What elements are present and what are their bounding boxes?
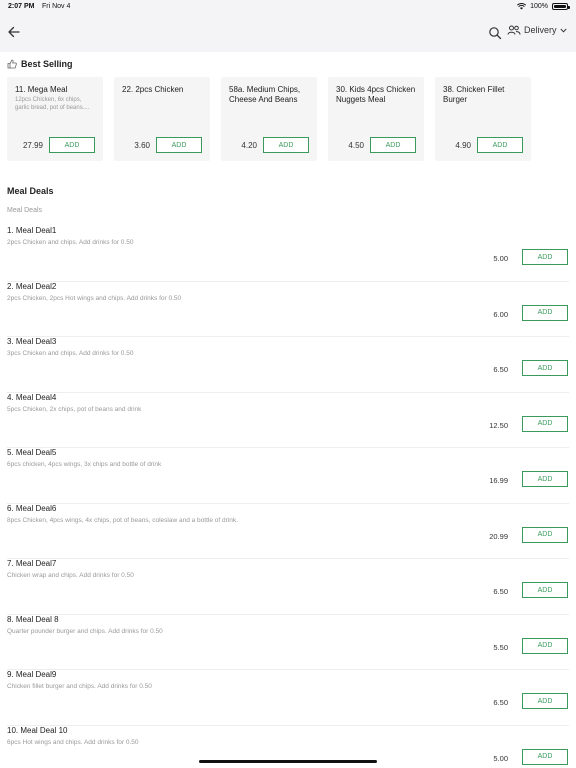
battery-percent: 100% xyxy=(530,3,548,10)
thumbs-up-icon xyxy=(7,59,17,69)
people-icon xyxy=(507,25,521,35)
menu-item-price: 5.00 xyxy=(493,753,508,763)
menu-item-price: 5.50 xyxy=(493,642,508,652)
status-indicators: 100% xyxy=(517,3,570,10)
best-selling-card[interactable]: 30. Kids 4pcs Chicken Nuggets Meal 4.50 … xyxy=(328,77,424,161)
product-price: 3.60 xyxy=(134,141,150,150)
best-selling-header: Best Selling xyxy=(7,59,73,69)
add-button[interactable]: ADD xyxy=(156,137,202,153)
menu-item[interactable]: 4. Meal Deal4 5pcs Chicken, 2x chips, po… xyxy=(0,393,576,449)
status-date: Fri Nov 4 xyxy=(42,3,71,10)
product-name: 22. 2pcs Chicken xyxy=(122,85,184,94)
add-button[interactable]: ADD xyxy=(522,693,568,709)
best-selling-card[interactable]: 58a. Medium Chips, Cheese And Beans 4.20… xyxy=(221,77,317,161)
add-button[interactable]: ADD xyxy=(263,137,309,153)
add-button[interactable]: ADD xyxy=(522,415,568,432)
product-name: 58a. Medium Chips, Cheese And Beans xyxy=(229,85,301,104)
search-icon[interactable] xyxy=(488,26,502,40)
menu-item-name: 7. Meal Deal7 xyxy=(7,559,57,568)
delivery-mode-label: Delivery xyxy=(524,25,557,35)
product-price: 4.50 xyxy=(348,141,364,150)
add-button[interactable]: ADD xyxy=(522,637,568,654)
meal-deals-subtitle: Meal Deals xyxy=(7,207,43,214)
product-name: 30. Kids 4pcs Chicken Nuggets Meal xyxy=(336,85,416,104)
product-price: 4.20 xyxy=(241,141,257,150)
menu-item[interactable]: 2. Meal Deal2 2pcs Chicken, 2pcs Hot win… xyxy=(0,282,576,338)
menu-content: Best Selling 11. Mega Meal 12pcs Chicken… xyxy=(0,52,576,768)
add-button[interactable]: ADD xyxy=(49,137,95,153)
status-time: 2:07 PM xyxy=(8,3,35,10)
delivery-mode-select[interactable]: Delivery xyxy=(507,25,567,35)
menu-item[interactable]: 6. Meal Deal6 8pcs Chicken, 4pcs wings, … xyxy=(0,504,576,560)
meal-deals-title: Meal Deals xyxy=(7,186,54,196)
product-name: 11. Mega Meal xyxy=(15,85,68,94)
menu-item[interactable]: 5. Meal Deal5 6pcs chicken, 4pcs wings, … xyxy=(0,448,576,504)
menu-item-price: 6.50 xyxy=(493,587,508,596)
add-button[interactable]: ADD xyxy=(370,137,416,153)
chevron-down-icon xyxy=(559,28,567,33)
menu-item-description: Quarter pounder burger and chips. Add dr… xyxy=(7,627,163,635)
menu-item[interactable]: 7. Meal Deal7 Chicken wrap and chips. Ad… xyxy=(0,559,576,615)
battery-icon xyxy=(552,3,570,10)
menu-item-name: 8. Meal Deal 8 xyxy=(7,614,59,624)
menu-item[interactable]: 9. Meal Deal9 Chicken fillet burger and … xyxy=(0,670,576,726)
add-button[interactable]: ADD xyxy=(522,249,568,265)
menu-item-price: 6.00 xyxy=(493,309,508,319)
product-description: 12pcs Chicken, 6x chips, garlic bread, p… xyxy=(15,97,90,111)
menu-item-name: 2. Meal Deal2 xyxy=(7,281,57,291)
battery-fill xyxy=(554,5,566,8)
menu-item-name: 3. Meal Deal3 xyxy=(7,337,57,346)
product-name: 38. Chicken Fillet Burger xyxy=(443,85,505,104)
menu-item-description: 2pcs Chicken, 2pcs Hot wings and chips. … xyxy=(7,294,182,302)
menu-item[interactable]: 8. Meal Deal 8 Quarter pounder burger an… xyxy=(0,615,576,671)
menu-item-price: 6.50 xyxy=(493,698,508,707)
add-button[interactable]: ADD xyxy=(522,582,568,598)
back-arrow-icon[interactable] xyxy=(6,24,22,40)
wifi-icon xyxy=(517,3,527,10)
add-button[interactable]: ADD xyxy=(522,748,568,765)
menu-item-description: 2pcs Chicken and chips. Add drinks for 0… xyxy=(7,239,134,246)
menu-item-description: 5pcs Chicken, 2x chips, pot of beans and… xyxy=(7,405,142,413)
add-button[interactable]: ADD xyxy=(522,526,568,543)
menu-item-name: 10. Meal Deal 10 xyxy=(7,725,68,735)
menu-item-description: Chicken fillet burger and chips. Add dri… xyxy=(7,683,152,690)
add-button[interactable]: ADD xyxy=(522,360,568,376)
menu-item-name: 4. Meal Deal4 xyxy=(7,392,57,402)
product-price: 4.90 xyxy=(455,141,471,150)
menu-item-price: 16.99 xyxy=(489,476,508,485)
best-selling-title: Best Selling xyxy=(21,59,73,69)
menu-item-description: Chicken wrap and chips. Add drinks for 0… xyxy=(7,572,134,579)
menu-item-description: 6pcs Hot wings and chips. Add drinks for… xyxy=(7,738,139,746)
menu-item-description: 8pcs Chicken, 4pcs wings, 4x chips, pot … xyxy=(7,516,238,524)
menu-item-price: 5.00 xyxy=(493,254,508,263)
menu-item[interactable]: 3. Meal Deal3 3pcs Chicken and chips. Ad… xyxy=(0,337,576,393)
menu-item-name: 1. Meal Deal1 xyxy=(7,226,57,235)
add-button[interactable]: ADD xyxy=(522,471,568,487)
menu-item-price: 6.50 xyxy=(493,365,508,374)
home-indicator[interactable] xyxy=(199,760,377,763)
menu-item-price: 20.99 xyxy=(489,531,508,541)
best-selling-card[interactable]: 22. 2pcs Chicken 3.60 ADD xyxy=(114,77,210,161)
menu-item-description: 3pcs Chicken and chips. Add drinks for 0… xyxy=(7,350,134,357)
nav-bar: Delivery xyxy=(0,14,576,52)
add-button[interactable]: ADD xyxy=(477,137,523,153)
menu-item-name: 9. Meal Deal9 xyxy=(7,670,57,679)
menu-item-description: 6pcs chicken, 4pcs wings, 3x chips and b… xyxy=(7,461,162,468)
add-button[interactable]: ADD xyxy=(522,304,568,321)
status-bar: 2:07 PM Fri Nov 4 100% xyxy=(0,0,576,14)
menu-item-price: 12.50 xyxy=(489,420,508,430)
product-price: 27.99 xyxy=(22,141,43,150)
menu-item-name: 5. Meal Deal5 xyxy=(7,448,57,457)
menu-item[interactable]: 1. Meal Deal1 2pcs Chicken and chips. Ad… xyxy=(0,226,576,282)
best-selling-card[interactable]: 11. Mega Meal 12pcs Chicken, 6x chips, g… xyxy=(7,77,103,161)
best-selling-card[interactable]: 38. Chicken Fillet Burger 4.90 ADD xyxy=(435,77,531,161)
menu-item-name: 6. Meal Deal6 xyxy=(7,503,57,513)
